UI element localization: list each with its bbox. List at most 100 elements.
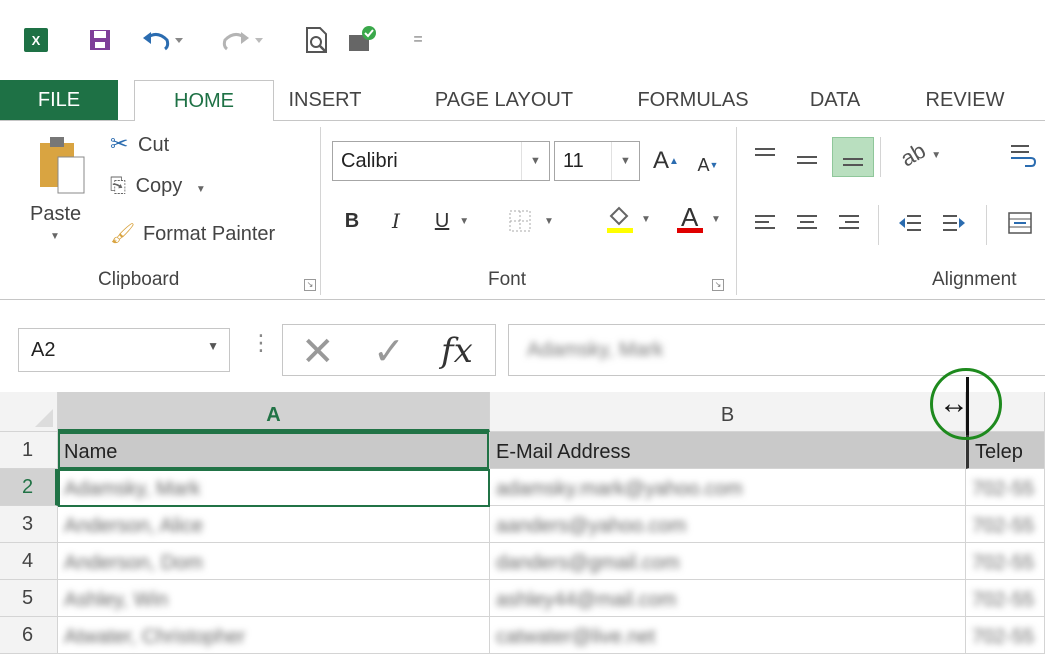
cell-b3[interactable]: aanders@yahoo.com	[490, 506, 966, 543]
clipboard-group-label: Clipboard	[98, 269, 180, 290]
name-box[interactable]: A2 ▼	[18, 328, 230, 372]
touch-mode-icon[interactable]	[345, 22, 381, 58]
fill-bucket-icon	[607, 206, 634, 233]
formula-bar: A2 ▼ ⋮ ✕ ✓ fx Adamsky, Mark	[0, 300, 1045, 392]
align-top-button[interactable]	[748, 137, 782, 173]
tab-formulas[interactable]: FORMULAS	[623, 80, 763, 120]
chevron-down-icon: ▼	[50, 231, 60, 242]
vertical-dots-icon[interactable]: ⋮	[250, 330, 272, 356]
font-color-button[interactable]: A ▼	[666, 201, 730, 237]
dialog-launcher-icon[interactable]: ↘	[712, 279, 724, 291]
row-header[interactable]: 5	[0, 580, 58, 617]
brush-icon: 🖌	[110, 223, 136, 245]
tab-insert[interactable]: INSERT	[280, 80, 370, 120]
quick-access-toolbar: X =	[0, 0, 1045, 80]
print-preview-icon[interactable]	[300, 22, 334, 58]
color-swatch	[677, 228, 704, 233]
divider	[878, 205, 879, 245]
select-all-button[interactable]	[0, 392, 58, 432]
align-left-button[interactable]	[748, 205, 782, 241]
cell-b4[interactable]: danders@gmail.com	[490, 543, 966, 580]
align-center-icon	[797, 215, 817, 229]
cell-c4[interactable]: 702-55	[966, 543, 1045, 580]
alignment-group-label: Alignment	[932, 269, 1017, 290]
cell-a1[interactable]: Name	[58, 432, 490, 469]
ribbon-tabs: FILE HOME INSERT PAGE LAYOUT FORMULAS DA…	[0, 80, 1045, 121]
insert-function-button[interactable]: fx	[441, 331, 473, 371]
fill-color-button[interactable]: ▼	[596, 201, 660, 237]
font-size-select[interactable]: 11 ▼	[554, 141, 640, 181]
merge-center-button[interactable]	[1000, 205, 1040, 241]
copy-button[interactable]: ⎘ Copy ▼	[110, 175, 206, 211]
cancel-icon[interactable]: ✕	[301, 329, 335, 375]
cell-b6[interactable]: catwater@live.net	[490, 617, 966, 654]
formula-buttons: ✕ ✓ fx	[282, 324, 496, 376]
row-header[interactable]: 1	[0, 432, 58, 469]
borders-button[interactable]: ▼	[496, 203, 566, 239]
grow-font-button[interactable]: A ▲	[646, 143, 686, 179]
tab-file[interactable]: FILE	[0, 80, 118, 120]
shrink-font-button[interactable]: A ▼	[690, 147, 726, 183]
chevron-down-icon: ▼	[641, 213, 651, 225]
divider	[880, 137, 881, 177]
dialog-launcher-icon[interactable]: ↘	[304, 279, 316, 291]
align-left-icon	[755, 215, 775, 229]
cell-a2[interactable]: Adamsky, Mark	[58, 469, 490, 506]
wrap-text-button[interactable]	[1000, 137, 1045, 173]
column-header-a[interactable]: A	[58, 392, 490, 432]
row-header[interactable]: 3	[0, 506, 58, 543]
cell-c3[interactable]: 702-55	[966, 506, 1045, 543]
align-right-button[interactable]	[832, 205, 866, 241]
worksheet-grid[interactable]: A B 1 Name E-Mail Address Telep 2 Adamsk…	[0, 368, 1045, 666]
paste-button[interactable]: Paste ▼	[28, 135, 94, 255]
tab-review[interactable]: REVIEW	[915, 80, 1015, 120]
align-middle-button[interactable]	[790, 141, 824, 177]
ribbon: Paste ▼ ✂ Cut ⎘ Copy ▼ 🖌 Format Painter …	[0, 120, 1045, 300]
cell-a5[interactable]: Ashley, Win	[58, 580, 490, 617]
column-resize-cursor-icon[interactable]: ↔	[930, 368, 1002, 440]
cell-a4[interactable]: Anderson, Dom	[58, 543, 490, 580]
row-header[interactable]: 4	[0, 543, 58, 580]
tab-home[interactable]: HOME	[134, 80, 274, 121]
divider	[736, 127, 737, 295]
increase-indent-icon	[943, 215, 965, 231]
decrease-indent-button[interactable]	[892, 205, 928, 241]
italic-button[interactable]: I	[380, 203, 412, 239]
format-painter-button[interactable]: 🖌 Format Painter	[110, 221, 275, 257]
orientation-button[interactable]: ab ▼	[892, 137, 950, 173]
tab-page-layout[interactable]: PAGE LAYOUT	[412, 80, 596, 120]
chevron-down-icon: ▼	[611, 142, 639, 180]
align-bottom-button[interactable]	[832, 137, 874, 177]
cut-button[interactable]: ✂ Cut	[110, 131, 169, 167]
cell-b5[interactable]: ashley44@mail.com	[490, 580, 966, 617]
align-middle-icon	[797, 156, 817, 164]
row-header[interactable]: 2	[0, 469, 58, 506]
cell-b1[interactable]: E-Mail Address	[490, 432, 966, 469]
row-header[interactable]: 6	[0, 617, 58, 654]
cell-b2[interactable]: adamsky.mark@yahoo.com	[490, 469, 966, 506]
cell-c6[interactable]: 702-55	[966, 617, 1045, 654]
align-right-icon	[839, 215, 859, 229]
customize-qat-icon[interactable]: =	[408, 22, 428, 58]
column-header-b[interactable]: B	[490, 392, 966, 432]
redo-icon[interactable]	[220, 22, 268, 58]
increase-indent-button[interactable]	[936, 205, 972, 241]
borders-icon	[509, 210, 531, 232]
undo-icon[interactable]	[140, 22, 188, 58]
chevron-down-icon: ▼	[544, 215, 554, 227]
cell-a6[interactable]: Atwater, Christopher	[58, 617, 490, 654]
align-center-button[interactable]	[790, 205, 824, 241]
save-icon[interactable]	[85, 22, 115, 58]
cell-c2[interactable]: 702-55	[966, 469, 1045, 506]
chevron-down-icon: ▼	[711, 213, 721, 225]
chevron-down-icon: ▼	[195, 184, 206, 195]
tab-data[interactable]: DATA	[790, 80, 880, 120]
cell-c5[interactable]: 702-55	[966, 580, 1045, 617]
font-name-select[interactable]: Calibri ▼	[332, 141, 550, 181]
enter-check-icon[interactable]: ✓	[373, 329, 405, 374]
chevron-down-icon: ▼	[207, 339, 219, 353]
underline-button[interactable]: U ▼	[424, 203, 480, 239]
cell-a3[interactable]: Anderson, Alice	[58, 506, 490, 543]
bold-button[interactable]: B	[336, 203, 368, 239]
merge-cells-icon	[1008, 212, 1032, 234]
